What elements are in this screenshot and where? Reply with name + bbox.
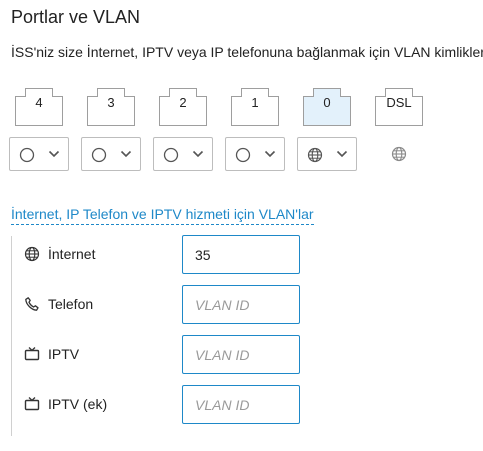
circle-icon (163, 147, 179, 163)
chevron-down-icon (336, 150, 348, 158)
port-label: 3 (107, 95, 115, 110)
chevron-down-icon (48, 150, 60, 158)
telefon-label: Telefon (48, 296, 94, 312)
internet-label: İnternet (48, 246, 96, 262)
chevron-down-icon (264, 150, 276, 158)
iptv-vlan-input[interactable] (182, 335, 300, 374)
port-label: 1 (251, 95, 259, 110)
globe-icon (391, 146, 407, 162)
tv-icon (24, 397, 40, 411)
circle-icon (91, 147, 107, 163)
port-1[interactable]: 1 (231, 88, 279, 126)
port-label: 4 (35, 95, 43, 110)
port-3-mode-select[interactable] (81, 137, 141, 171)
iptv-label: IPTV (48, 346, 80, 362)
port-label: 2 (179, 95, 187, 110)
internet-vlan-input[interactable] (182, 235, 300, 274)
port-4[interactable]: 4 (15, 88, 63, 126)
section-divider (11, 236, 12, 436)
iptv-ek-vlan-input[interactable] (182, 385, 300, 424)
port-3[interactable]: 3 (87, 88, 135, 126)
port-label: DSL (386, 95, 412, 110)
port-label: 0 (323, 95, 331, 110)
circle-icon (235, 147, 251, 163)
vlan-section-toggle[interactable]: İnternet, IP Telefon ve IPTV hizmeti içi… (11, 206, 314, 225)
port-1-mode-select[interactable] (225, 137, 285, 171)
telefon-vlan-input[interactable] (182, 285, 300, 324)
port-0-mode-select[interactable] (297, 137, 357, 171)
port-2[interactable]: 2 (159, 88, 207, 126)
tv-icon (24, 347, 40, 361)
port-4-mode-select[interactable] (9, 137, 69, 171)
port-2-mode-select[interactable] (153, 137, 213, 171)
page-subtitle: İSS'niz size İnternet, IPTV veya IP tele… (11, 44, 483, 60)
chevron-down-icon (192, 150, 204, 158)
page-title: Portlar ve VLAN (11, 7, 141, 27)
phone-icon (25, 297, 39, 311)
globe-icon (24, 246, 40, 262)
port-0[interactable]: 0 (303, 88, 351, 126)
globe-icon (307, 147, 323, 163)
chevron-down-icon (120, 150, 132, 158)
iptv-ek-label: IPTV (ek) (48, 396, 108, 412)
port-dsl[interactable]: DSL (375, 88, 423, 126)
circle-icon (19, 147, 35, 163)
